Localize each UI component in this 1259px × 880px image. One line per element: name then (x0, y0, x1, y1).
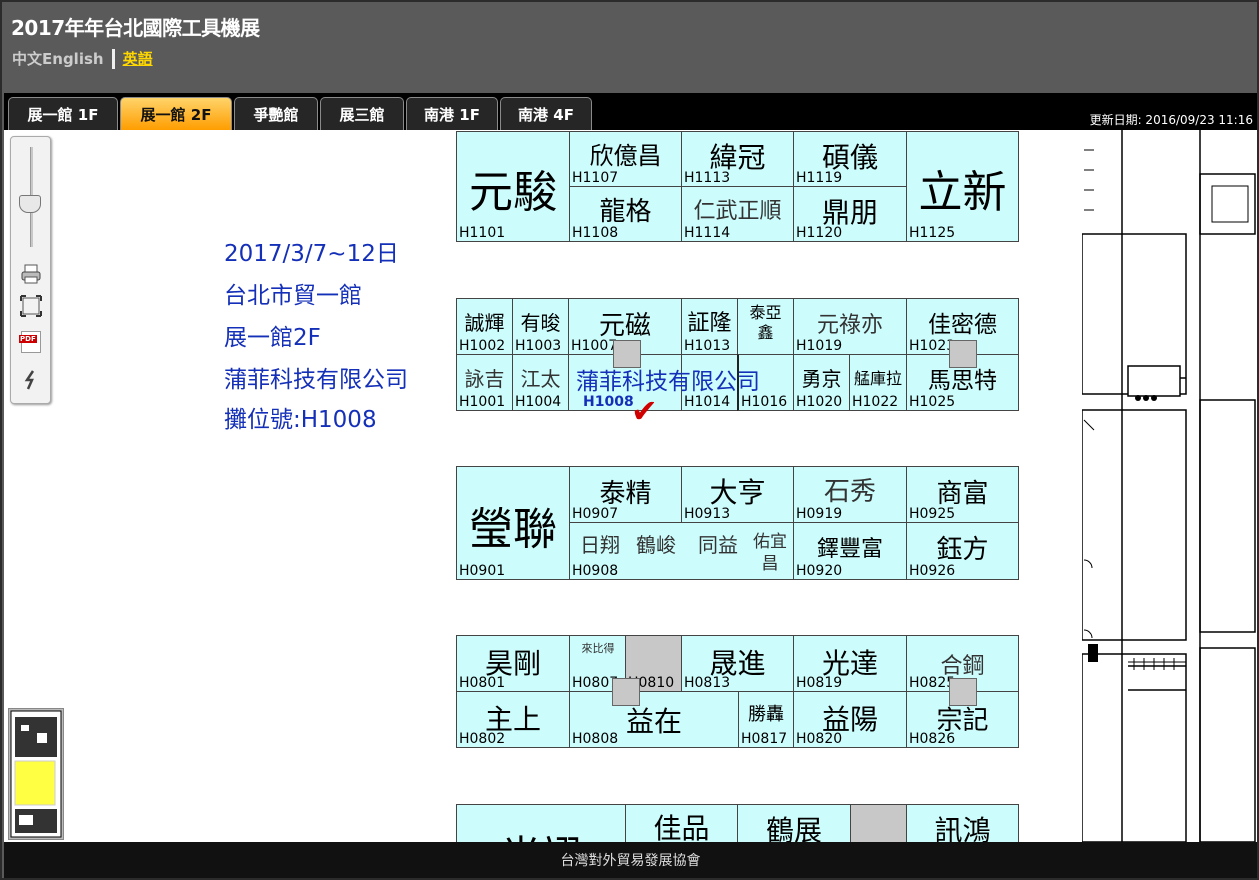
lang-chinese-link[interactable]: 中文 (12, 48, 42, 69)
updated-date: 更新日期: 2016/09/23 11:16 (1089, 113, 1253, 127)
language-switch: 中文 English 英語 (12, 48, 153, 69)
sub-booth-youyichang: 佑宜昌 (753, 532, 787, 574)
minimap[interactable] (8, 708, 64, 840)
booth-h1101[interactable]: 元駿 H1101 (456, 131, 570, 242)
booth-h1022[interactable]: 艋庫拉 H1022 (849, 354, 907, 411)
tab-hall1-2f[interactable]: 展一館 2F (120, 97, 232, 130)
booth-gray[interactable] (850, 804, 907, 842)
booth-taiyaxin[interactable]: 泰亞鑫 (737, 298, 794, 355)
highlight-booth-number: H1008 (583, 394, 634, 410)
pdf-label: PDF (19, 335, 37, 343)
lang-english-link[interactable]: English (42, 50, 104, 68)
booth-h0926[interactable]: 鈺方 H0926 (906, 522, 1019, 580)
booth-h0925[interactable]: 商富 H0925 (906, 466, 1019, 523)
booth-h1020[interactable]: 勇京 H1020 (793, 354, 850, 411)
tab-zhengyan[interactable]: 爭艷館 (234, 97, 318, 130)
tab-hall1-1f[interactable]: 展一館 1F (8, 97, 118, 130)
booth-h1004[interactable]: 江太 H1004 (512, 354, 569, 411)
booth-h1114[interactable]: 仁武正順 H1114 (681, 186, 794, 242)
booth-h1120[interactable]: 鼎朋 H1120 (793, 186, 907, 242)
exhibitor-name: 蒲菲科技有限公司 (224, 367, 408, 393)
booth-h1001[interactable]: 詠吉 H1001 (456, 354, 513, 411)
link-icon[interactable] (19, 369, 43, 391)
minimap-plan (10, 710, 62, 838)
booth-h1013[interactable]: 証隆 H1013 (681, 298, 738, 355)
booth-h0813[interactable]: 晟進 H0813 (681, 635, 794, 692)
booth-h0919[interactable]: 石秀 H0919 (793, 466, 907, 523)
page-title: 2017年年台北國際工具機展 (11, 16, 260, 40)
booth-h1108[interactable]: 龍格 H1108 (569, 186, 682, 242)
floor-plan-canvas[interactable]: PDF 2017/3/7~12日 台北市貿一館 展一館2F 蒲菲科技有限公司 攤… (4, 130, 1257, 842)
app-window: 2017年年台北國際工具機展 中文 English 英語 展一館 1F 展一館 … (0, 0, 1259, 880)
booth-xunhong[interactable]: 訊鴻 (906, 804, 1019, 842)
booth-h0920[interactable]: 鐸豐富 H0920 (793, 522, 907, 580)
highlight-exhibitor-name: 蒲菲科技有限公司 (576, 369, 760, 395)
booth-h0913[interactable]: 大亨 H0913 (681, 466, 794, 523)
fit-screen-icon[interactable] (19, 295, 43, 317)
map-tool-panel: PDF (10, 136, 51, 404)
hall-tabs: 展一館 1F 展一館 2F 爭艷館 展三館 南港 1F 南港 4F 更新日期: … (4, 93, 1257, 130)
booth-number: 攤位號:H1008 (224, 407, 377, 433)
booth-h1002[interactable]: 誠輝 H1002 (456, 298, 513, 355)
footer: 台灣對外貿易發展協會 (4, 842, 1257, 878)
sub-booth-rixiang: 日翔 (580, 533, 620, 557)
checkmark-icon: ✔ (631, 392, 658, 430)
booth-h0820[interactable]: 益陽 H0820 (793, 691, 907, 748)
pdf-icon[interactable]: PDF (19, 331, 43, 353)
pillar (949, 678, 977, 706)
printer-icon[interactable] (19, 263, 43, 285)
booth-h0901[interactable]: 瑩聯 H0901 (456, 466, 570, 580)
booth-h0908[interactable]: 日翔 鶴峻 同益 佑宜昌 H0908 (569, 522, 794, 580)
sub-booth-tongyi: 同益 (698, 533, 738, 557)
booth-h0819[interactable]: 光達 H0819 (793, 635, 907, 692)
booth-h1113[interactable]: 緯冠 H1113 (681, 131, 794, 187)
booth-h1107[interactable]: 欣億昌 H1107 (569, 131, 682, 187)
exhibit-hall: 展一館2F (224, 325, 321, 351)
pillar (949, 340, 977, 368)
exhibit-date: 2017/3/7~12日 (224, 241, 399, 267)
booth-h1125[interactable]: 立新 H1125 (906, 131, 1019, 242)
booth-h0801[interactable]: 昊剛 H0801 (456, 635, 570, 692)
booth-jiapin[interactable]: 佳品 (625, 804, 738, 842)
exhibit-venue: 台北市貿一館 (224, 283, 362, 309)
tab-nangang-4f[interactable]: 南港 4F (500, 97, 592, 130)
booth-h0817[interactable]: 勝轟 H0817 (738, 691, 794, 748)
booth-h0802[interactable]: 主上 H0802 (456, 691, 570, 748)
booth-h0907[interactable]: 泰精 H0907 (569, 466, 682, 523)
booth-h0808[interactable]: 益在 H0808 (569, 691, 739, 748)
building-structure (1082, 130, 1256, 842)
booth-h1003[interactable]: 有晙 H1003 (512, 298, 569, 355)
tab-nangang-1f[interactable]: 南港 1F (406, 97, 498, 130)
booth-h1019[interactable]: 元祿亦 H1019 (793, 298, 907, 355)
booth-guangyi[interactable]: 光翊 (456, 804, 626, 842)
zoom-slider-icon[interactable] (19, 195, 41, 213)
booth-hezhan[interactable]: 鶴展 (737, 804, 851, 842)
lang-current[interactable]: 英語 (123, 48, 153, 69)
booth-h1119[interactable]: 碩儀 H1119 (793, 131, 907, 187)
lang-divider (111, 48, 115, 69)
pillar (612, 678, 640, 706)
tab-hall3[interactable]: 展三館 (320, 97, 404, 130)
sub-booth-hejun: 鶴峻 (636, 533, 676, 557)
